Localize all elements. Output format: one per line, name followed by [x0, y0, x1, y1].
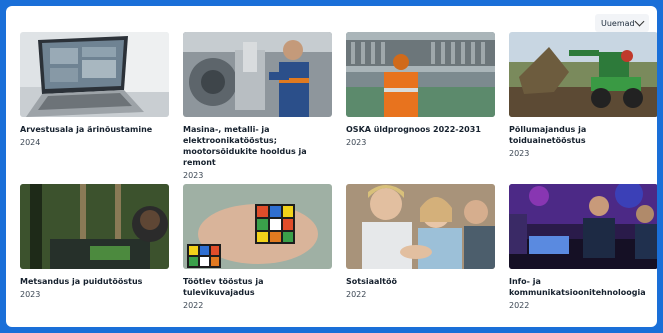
report-card[interactable]: OSKA üldprognoos 2022-2031 2023: [346, 32, 495, 180]
sort-dropdown[interactable]: Uuemad: [595, 14, 649, 32]
report-card[interactable]: Masina-, metalli- ja elektroonikatööstus…: [183, 32, 332, 180]
family-image: [346, 184, 495, 269]
page-frame: Uuemad Arvestusala ja ärinõustamine 2024…: [6, 6, 657, 327]
tractor-image: [509, 32, 657, 117]
report-card[interactable]: Põllumajandus ja toiduainetööstus 2023: [509, 32, 657, 180]
card-year: 2022: [346, 290, 367, 299]
card-year: 2023: [183, 171, 204, 180]
industrial-worker-image: [346, 32, 495, 117]
report-card[interactable]: Info- ja kommunikatsioonitehnoloogia 202…: [509, 184, 657, 327]
card-title: Info- ja kommunikatsioonitehnoloogia: [509, 277, 646, 297]
card-title: Metsandus ja puidutööstus: [20, 277, 143, 286]
forestry-machine-image: [20, 184, 169, 269]
card-title: Töötlev tööstus ja tulevikuvajadus: [183, 277, 264, 297]
card-year: 2024: [20, 138, 41, 147]
laptop-dashboard-image: [20, 32, 169, 117]
mechanic-image: [183, 32, 332, 117]
card-year: 2023: [509, 149, 530, 158]
report-card[interactable]: Metsandus ja puidutööstus 2023: [20, 184, 169, 327]
card-year: 2022: [183, 301, 204, 310]
report-grid: Arvestusala ja ärinõustamine 2024 Masina…: [20, 32, 657, 327]
card-title: Masina-, metalli- ja elektroonikatööstus…: [183, 125, 307, 167]
report-card[interactable]: Sotsiaaltöö 2022: [346, 184, 495, 327]
card-year: 2022: [509, 301, 530, 310]
chevron-down-icon: [634, 16, 645, 27]
gaming-event-image: [509, 184, 657, 269]
sort-label: Uuemad: [601, 18, 635, 28]
card-title: OSKA üldprognoos 2022-2031: [346, 125, 481, 134]
card-title: Arvestusala ja ärinõustamine: [20, 125, 153, 134]
report-card[interactable]: Arvestusala ja ärinõustamine 2024: [20, 32, 169, 180]
card-year: 2023: [346, 138, 367, 147]
card-title: Sotsiaaltöö: [346, 277, 397, 286]
card-year: 2023: [20, 290, 41, 299]
card-title: Põllumajandus ja toiduainetööstus: [509, 125, 587, 145]
report-card[interactable]: Töötlev tööstus ja tulevikuvajadus 2022: [183, 184, 332, 327]
rubiks-cube-image: [183, 184, 332, 269]
